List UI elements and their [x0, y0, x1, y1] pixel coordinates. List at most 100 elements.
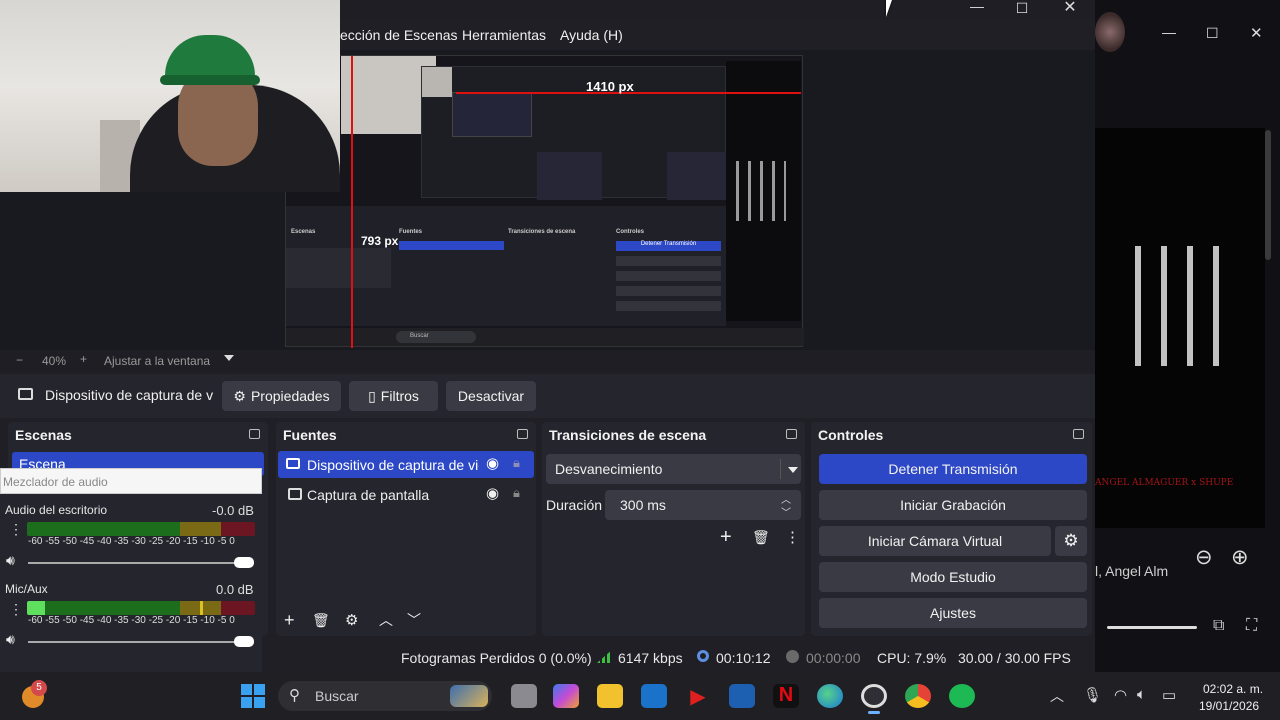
level-meter [27, 601, 255, 615]
add-source-icon[interactable]: + [284, 610, 295, 631]
youtube-icon[interactable]: ▶ [685, 684, 711, 708]
deactivate-button[interactable]: Desactivar [446, 381, 536, 411]
avatar [1095, 12, 1125, 52]
sources-dock: Fuentes Dispositivo de captura de vic ◉ … [276, 422, 536, 636]
fps: 30.00 / 30.00 FPS [958, 650, 1071, 666]
controls-title: Controles [818, 427, 884, 443]
more-icon[interactable]: ⋮ [9, 521, 23, 538]
taskbar-search[interactable]: ⚲ Buscar [278, 681, 492, 711]
more-icon[interactable]: ⋮ [785, 528, 800, 546]
chevron-down-icon[interactable]: ﹀ [407, 610, 421, 630]
volume-icon[interactable]: 🔊︎ [6, 552, 15, 569]
settings-button[interactable]: Ajustes [819, 598, 1087, 628]
close-icon[interactable]: ✕ [1055, 0, 1085, 17]
popout-icon[interactable] [786, 429, 797, 439]
progress-slider[interactable] [1107, 626, 1197, 629]
close-icon[interactable]: ✕ [1250, 24, 1263, 42]
stop-stream-button[interactable]: Detener Transmisión [819, 454, 1087, 484]
transitions-title: Transiciones de escena [549, 427, 707, 443]
popout-icon[interactable] [1073, 429, 1084, 439]
start-icon[interactable] [241, 684, 265, 708]
maximize-icon[interactable]: ☐ [1206, 25, 1219, 42]
volume-slider-handle[interactable] [234, 636, 254, 647]
nested-taskbar: Buscar [286, 328, 804, 346]
obs-icon[interactable] [861, 684, 887, 708]
task-view-icon[interactable] [511, 684, 537, 708]
menu-scene-collection[interactable]: ección de Escenas [340, 27, 458, 43]
eye-icon[interactable]: ◉ [486, 484, 499, 502]
chevron-up-icon[interactable]: ︿ [1050, 686, 1064, 706]
trash-icon[interactable]: 🗑︎ [752, 529, 770, 546]
microphone-icon[interactable]: 🎙︎ [1083, 686, 1102, 704]
measure-line-vertical [351, 56, 353, 348]
speaker-icon[interactable]: 🔈︎ [1137, 686, 1146, 703]
wifi-icon[interactable]: ◠ [1114, 686, 1127, 704]
webcam-overlay [0, 0, 340, 192]
fullscreen-icon[interactable]: ⛶ [1246, 617, 1257, 635]
dropped-frames: Fotogramas Perdidos 0 (0.0%) [401, 650, 592, 666]
volume-slider-handle[interactable] [234, 557, 254, 568]
volume-slider[interactable] [28, 562, 254, 564]
album-art: ANGEL ALMAGUER x SHUPE [1095, 128, 1265, 528]
file-explorer-icon[interactable] [597, 684, 623, 708]
mouse-cursor-icon [886, 0, 892, 17]
duration-spinbox[interactable]: 300 ms ︿ ﹀ [605, 490, 801, 520]
record-time: 00:00:00 [806, 650, 861, 666]
add-transition-icon[interactable]: + [720, 526, 732, 549]
zoom-in-icon[interactable]: ⊕ [1231, 545, 1249, 570]
zoom-out-icon[interactable]: ⊖ [1195, 545, 1213, 570]
menu-tools[interactable]: Herramientas [462, 27, 546, 43]
media-window: — ☐ ✕ ANGEL ALMAGUER x SHUPE l, Angel Al… [1095, 0, 1280, 672]
chrome-icon[interactable] [905, 684, 931, 708]
transition-select[interactable]: Desvanecimiento [546, 454, 801, 484]
channel-db: 0.0 dB [216, 582, 254, 597]
clock-time[interactable]: 02:02 a. m. [1203, 682, 1263, 696]
popout-icon[interactable] [249, 429, 260, 439]
transition-value: Desvanecimiento [555, 461, 663, 477]
preview-nested-capture: Escenas Fuentes Transiciones de escena C… [285, 55, 804, 348]
zoom-out-button[interactable]: − [16, 353, 23, 367]
volume-slider[interactable] [28, 641, 254, 643]
lock-icon[interactable]: 🔒︎ [513, 455, 520, 471]
copilot-icon[interactable] [553, 684, 579, 708]
fit-window-button[interactable]: Ajustar a la ventana [104, 354, 210, 368]
edge-icon[interactable] [817, 684, 843, 708]
duration-label: Duración [546, 497, 603, 513]
battery-icon[interactable]: ▭ [1162, 686, 1176, 704]
netflix-icon[interactable]: N [773, 684, 799, 708]
source-row[interactable]: Captura de pantalla ◉ 🔒︎ [278, 481, 534, 508]
source-row-selected[interactable]: Dispositivo de captura de vic ◉ 🔒︎ [278, 451, 534, 478]
zoom-in-button[interactable]: + [80, 352, 87, 366]
chevron-down-icon[interactable] [224, 355, 234, 361]
search-placeholder: Buscar [315, 688, 359, 704]
outlook-classic-icon[interactable] [729, 684, 755, 708]
clock-date[interactable]: 19/01/2026 [1199, 699, 1259, 713]
nested-obs-window [421, 66, 727, 200]
trash-icon[interactable]: 🗑︎ [312, 612, 330, 629]
start-recording-button[interactable]: Iniciar Grabación [819, 490, 1087, 520]
chevron-up-icon[interactable]: ︿ [379, 610, 393, 630]
maximize-icon[interactable]: ☐ [1007, 0, 1037, 17]
minimize-icon[interactable]: — [1162, 24, 1176, 40]
minimize-icon[interactable]: — [962, 0, 992, 14]
cpu-usage: CPU: 7.9% [877, 650, 947, 666]
start-virtual-camera-button[interactable]: Iniciar Cámara Virtual [819, 526, 1051, 556]
lock-icon[interactable]: 🔒︎ [513, 485, 520, 501]
properties-button[interactable]: ⚙ Propiedades [222, 381, 341, 411]
scrollbar[interactable] [1265, 130, 1271, 260]
outlook-icon[interactable] [641, 684, 667, 708]
chevron-down-icon[interactable]: ﹀ [781, 504, 791, 519]
popout-icon[interactable] [517, 429, 528, 439]
spotify-icon[interactable] [949, 684, 975, 708]
eye-icon[interactable]: ◉ [486, 454, 499, 472]
menu-help[interactable]: Ayuda (H) [560, 27, 623, 43]
virtual-camera-settings-button[interactable]: ⚙ [1055, 526, 1087, 556]
filters-button[interactable]: ▯ Filtros [349, 381, 438, 411]
camera-icon [286, 458, 300, 469]
gear-icon[interactable]: ⚙ [345, 611, 358, 629]
audio-mixer: Mezclador de audio Audio del escritorio … [0, 468, 262, 672]
studio-mode-button[interactable]: Modo Estudio [819, 562, 1087, 592]
miniplayer-icon[interactable]: ⧉ [1213, 617, 1224, 635]
volume-icon[interactable]: 🔊︎ [6, 631, 15, 648]
more-icon[interactable]: ⋮ [9, 601, 23, 618]
